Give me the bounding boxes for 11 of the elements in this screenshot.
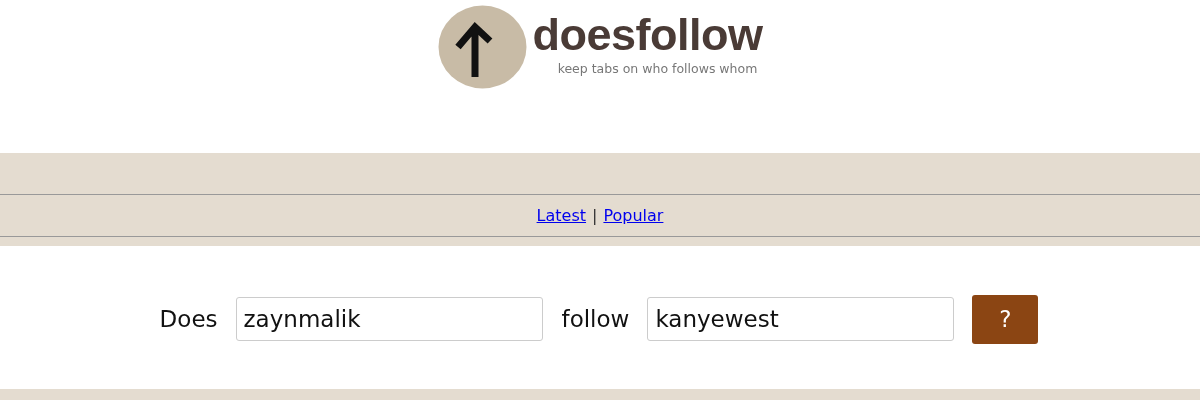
nav-link[interactable]: Latest (536, 206, 587, 225)
arrow-logo-icon (437, 5, 527, 89)
username-field[interactable]: kanyewest (647, 297, 955, 341)
follow-label: follow (561, 306, 630, 332)
tagline: keep tabs on who follows whom (556, 61, 758, 76)
separator: | (592, 206, 598, 225)
does-label: Does (159, 306, 218, 332)
nav-link[interactable]: Popular (603, 206, 664, 225)
username-field[interactable]: zaynmalik (235, 297, 543, 341)
site-title: doesfollow (532, 9, 763, 61)
submit-button[interactable]: ? (972, 294, 1039, 344)
